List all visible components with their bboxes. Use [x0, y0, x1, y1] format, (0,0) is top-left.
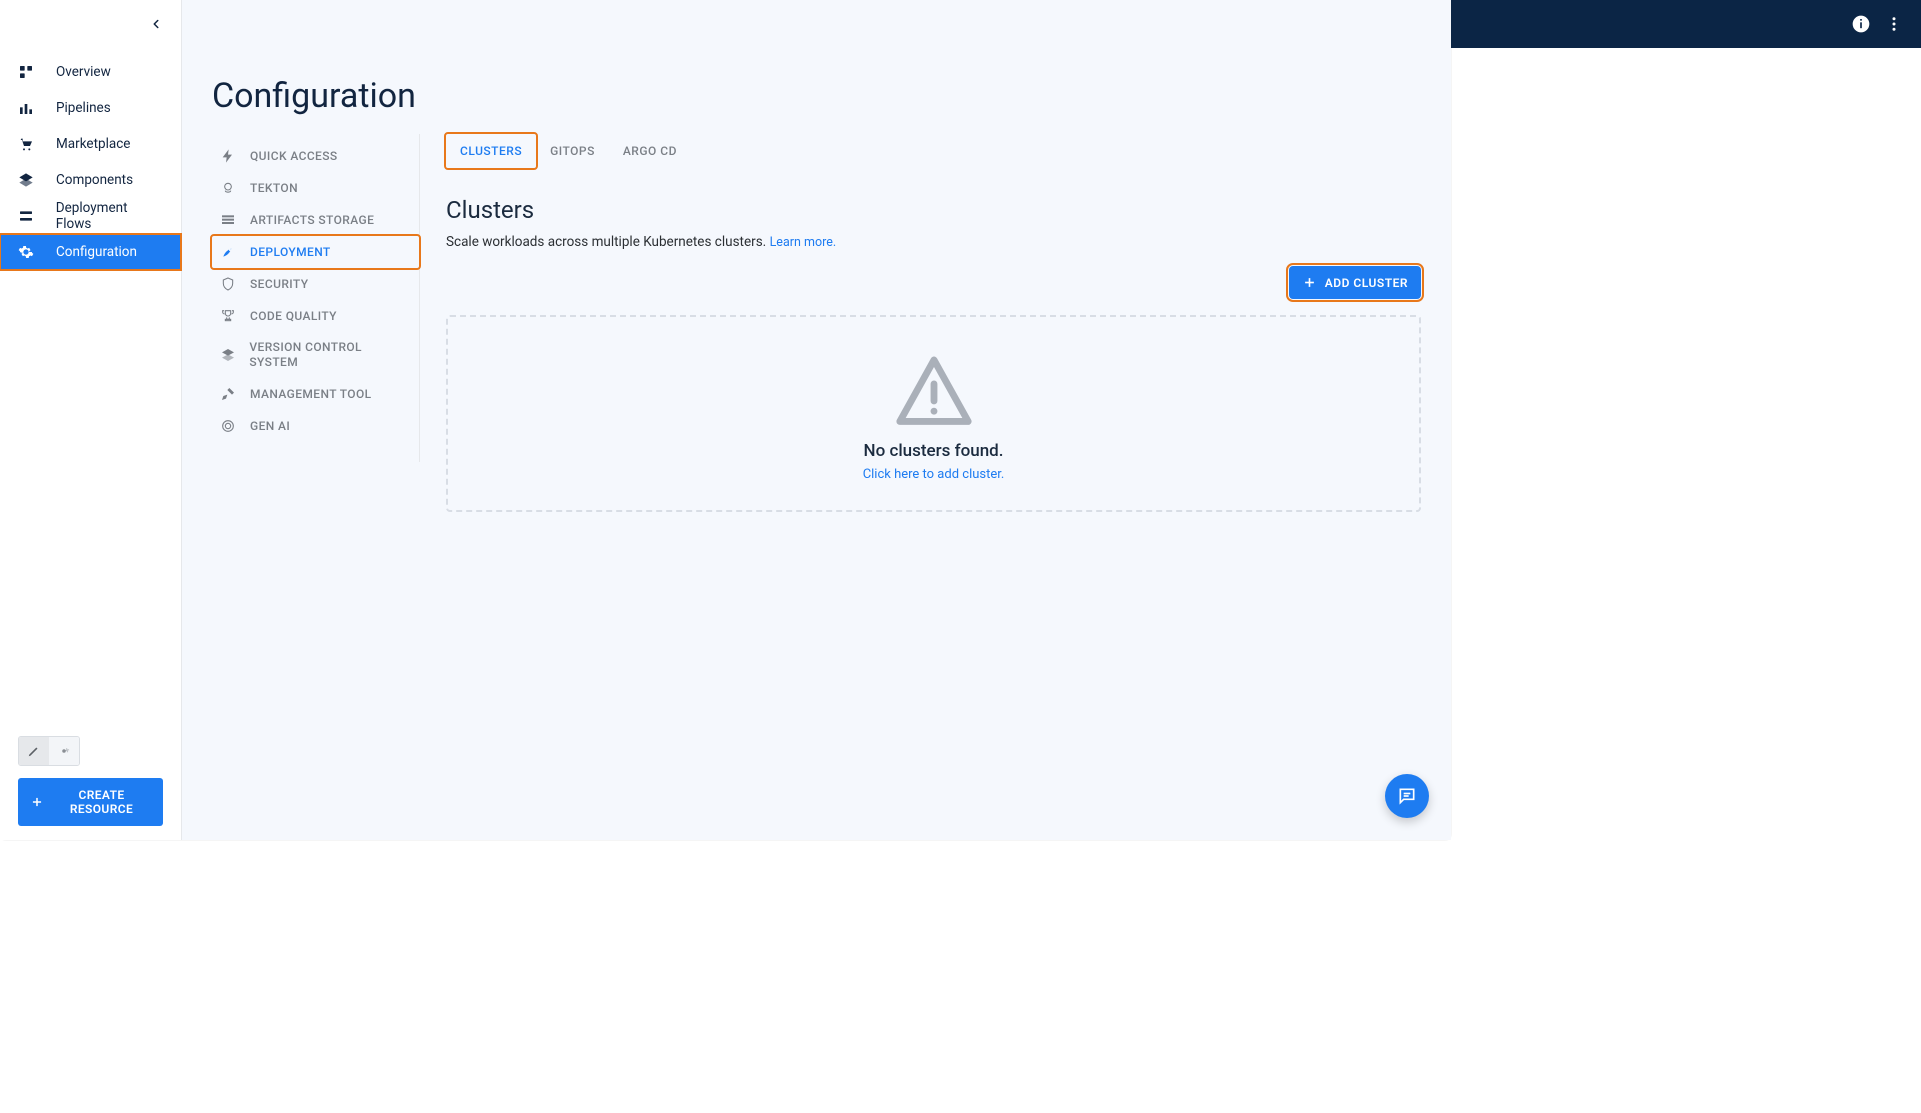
add-cluster-button[interactable]: ADD CLUSTER [1289, 266, 1421, 299]
sidebar-item-label: Marketplace [56, 136, 130, 152]
rocket-icon [218, 244, 238, 260]
chat-icon [1397, 786, 1417, 806]
trophy-icon [218, 308, 238, 324]
config-item-label: SECURITY [250, 277, 308, 292]
layers-icon [16, 172, 36, 188]
primary-sidebar: Overview Pipelines Marketplace Component… [0, 0, 182, 840]
storage-icon [218, 212, 238, 228]
config-item-code-quality[interactable]: CODE QUALITY [212, 300, 419, 332]
config-item-label: MANAGEMENT TOOL [250, 387, 372, 402]
create-resource-label: CREATE RESOURCE [52, 788, 151, 816]
tab-gitops[interactable]: GITOPS [536, 134, 609, 168]
tools-icon [218, 386, 238, 402]
chevron-left-icon[interactable] [149, 17, 163, 31]
plus-icon [30, 795, 44, 809]
config-item-deployment[interactable]: DEPLOYMENT [212, 236, 419, 268]
sidebar-item-label: Configuration [56, 244, 137, 260]
config-item-label: VERSION CONTROL SYSTEM [249, 340, 409, 370]
config-item-label: QUICK ACCESS [250, 149, 338, 164]
config-nav-column: QUICK ACCESS TEKTON ARTIFACTS STORAGE [212, 134, 420, 840]
shield-icon [218, 276, 238, 292]
flow-icon [16, 208, 36, 224]
more-vert-icon[interactable] [1885, 15, 1903, 33]
config-item-tekton[interactable]: TEKTON [212, 172, 419, 204]
config-item-label: DEPLOYMENT [250, 245, 331, 260]
empty-title: No clusters found. [864, 441, 1004, 461]
chart-icon [16, 100, 36, 116]
grid-icon [16, 64, 36, 80]
cart-icon [16, 136, 36, 152]
tab-label: GITOPS [550, 144, 595, 158]
content-tabs: CLUSTERS GITOPS ARGO CD [446, 134, 1421, 168]
section-header: Clusters Scale workloads across multiple… [446, 196, 1421, 250]
config-item-label: ARTIFACTS STORAGE [250, 213, 374, 228]
gear-icon [16, 244, 36, 260]
config-item-quick-access[interactable]: QUICK ACCESS [212, 140, 419, 172]
sidebar-item-overview[interactable]: Overview [0, 54, 181, 90]
sidebar-item-label: Deployment Flows [56, 200, 165, 232]
config-item-vcs[interactable]: VERSION CONTROL SYSTEM [212, 332, 419, 378]
empty-state: No clusters found. Click here to add clu… [446, 315, 1421, 512]
theme-toggle [18, 736, 80, 766]
config-item-security[interactable]: SECURITY [212, 268, 419, 300]
plus-icon [1302, 275, 1317, 290]
theme-pen-button[interactable] [19, 737, 49, 765]
tab-label: CLUSTERS [460, 144, 522, 158]
config-content: CLUSTERS GITOPS ARGO CD Clusters Scale w… [420, 134, 1421, 840]
sidebar-item-pipelines[interactable]: Pipelines [0, 90, 181, 126]
section-title: Clusters [446, 196, 1421, 224]
chat-fab[interactable] [1385, 774, 1429, 818]
section-description-text: Scale workloads across multiple Kubernet… [446, 234, 770, 250]
sidebar-item-label: Pipelines [56, 100, 111, 116]
warning-icon [893, 353, 975, 425]
theme-gear-button[interactable] [49, 737, 79, 765]
tab-clusters[interactable]: CLUSTERS [446, 134, 536, 168]
page-title: Configuration [212, 76, 1421, 116]
add-cluster-label: ADD CLUSTER [1325, 276, 1408, 290]
learn-more-link[interactable]: Learn more. [770, 235, 837, 250]
tekton-icon [218, 180, 238, 196]
sidebar-item-marketplace[interactable]: Marketplace [0, 126, 181, 162]
sidebar-item-configuration[interactable]: Configuration [0, 234, 181, 270]
tab-argo-cd[interactable]: ARGO CD [609, 134, 691, 168]
config-item-label: GEN AI [250, 419, 290, 434]
config-item-label: TEKTON [250, 181, 298, 196]
config-item-artifacts-storage[interactable]: ARTIFACTS STORAGE [212, 204, 419, 236]
action-row: ADD CLUSTER [446, 266, 1421, 299]
empty-add-link[interactable]: Click here to add cluster. [863, 467, 1005, 482]
sidebar-item-label: Components [56, 172, 133, 188]
ai-icon [218, 418, 238, 434]
section-description: Scale workloads across multiple Kubernet… [446, 234, 1421, 250]
sidebar-item-label: Overview [56, 64, 111, 80]
main-content: Configuration QUICK ACCESS TEKTON [182, 0, 1451, 840]
config-item-management-tool[interactable]: MANAGEMENT TOOL [212, 378, 419, 410]
bolt-icon [218, 148, 238, 164]
stack-icon [218, 347, 237, 363]
create-resource-button[interactable]: CREATE RESOURCE [18, 778, 163, 826]
config-item-gen-ai[interactable]: GEN AI [212, 410, 419, 442]
sidebar-item-components[interactable]: Components [0, 162, 181, 198]
sidebar-footer: CREATE RESOURCE [0, 722, 181, 840]
sidebar-item-deployment-flows[interactable]: Deployment Flows [0, 198, 181, 234]
sidebar-collapse-row [0, 0, 181, 48]
config-item-label: CODE QUALITY [250, 309, 337, 324]
primary-nav: Overview Pipelines Marketplace Component… [0, 48, 181, 270]
info-icon[interactable] [1851, 14, 1871, 34]
tab-label: ARGO CD [623, 144, 677, 158]
